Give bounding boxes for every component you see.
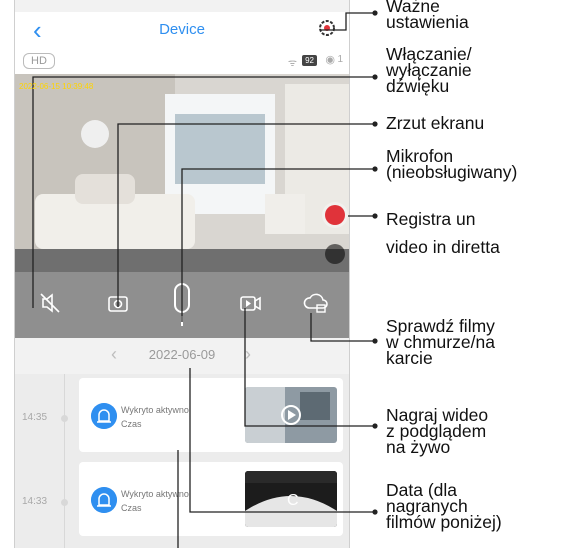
control-bar	[15, 272, 349, 338]
event-title: Wykryto aktywno	[121, 489, 189, 499]
annotation-live-record: Nagraj wideo z podglądem na żywo	[386, 405, 489, 457]
battery-badge: 92	[302, 55, 317, 66]
annotation-screenshot: Zrzut ekranu	[386, 113, 485, 133]
camera-icon[interactable]	[101, 286, 135, 320]
event-time: 14:33	[22, 496, 48, 507]
video-icon[interactable]	[233, 286, 267, 320]
date-label[interactable]: 2022-06-09	[15, 347, 349, 362]
video-timestamp: 2022-06-15 10:39:48	[19, 82, 94, 91]
next-date-button[interactable]: ›	[245, 344, 251, 365]
event-thumbnail[interactable]	[245, 387, 337, 443]
gear-icon[interactable]	[317, 18, 337, 38]
alarm-icon	[91, 403, 117, 429]
event-subtitle: Czas	[121, 419, 142, 429]
event-card[interactable]: Wykryto aktywno Czas C	[79, 462, 343, 536]
timeline-line	[64, 374, 65, 548]
speaker-mute-icon[interactable]	[33, 286, 67, 320]
top-bar: ‹ Device	[15, 12, 349, 50]
status-row: HD ᯤ 92 ◉ 1	[15, 50, 349, 74]
event-subtitle: Czas	[121, 503, 142, 513]
event-timeline: 14:35 Wykryto aktywno Czas 14:33 Wykryto…	[15, 374, 349, 548]
wifi-icon: ᯤ	[287, 58, 297, 69]
timeline-dot	[61, 499, 68, 506]
annotation-settings: Ważne ustawienia	[386, 0, 469, 32]
event-title: Wykryto aktywno	[121, 405, 189, 415]
mic-icon[interactable]	[165, 280, 199, 330]
viewer-count: 1	[337, 54, 343, 65]
timeline-dot	[61, 415, 68, 422]
quality-button[interactable]: HD	[23, 53, 55, 69]
annotation-record: Registra un video in diretta	[386, 209, 500, 257]
alarm-icon	[91, 487, 117, 513]
record-indicator-icon[interactable]	[325, 205, 345, 225]
svg-text:C: C	[287, 492, 299, 509]
annotation-mic: Mikrofon (nieobsługiwany)	[386, 146, 518, 182]
event-card[interactable]: Wykryto aktywno Czas	[79, 378, 343, 452]
app-screen: ‹ Device HD ᯤ 92 ◉ 1 2022-06-15 10:39:48	[14, 0, 350, 548]
cloud-icon[interactable]	[299, 286, 333, 320]
annotation-playback: Sprawdź filmy w chmurze/na karcie	[386, 316, 495, 368]
event-thumbnail[interactable]: C	[245, 471, 337, 527]
fullscreen-icon[interactable]	[325, 244, 345, 264]
page-title: Device	[159, 21, 205, 38]
annotation-date: Data (dla nagranych filmów poniżej)	[386, 480, 502, 532]
date-bar: ‹ 2022-06-09 ›	[15, 338, 349, 374]
eye-icon: ◉	[325, 54, 335, 66]
live-video[interactable]	[15, 74, 349, 272]
annotation-sound: Włączanie/ wyłączanie dźwięku	[386, 44, 472, 96]
event-time: 14:35	[22, 412, 48, 423]
